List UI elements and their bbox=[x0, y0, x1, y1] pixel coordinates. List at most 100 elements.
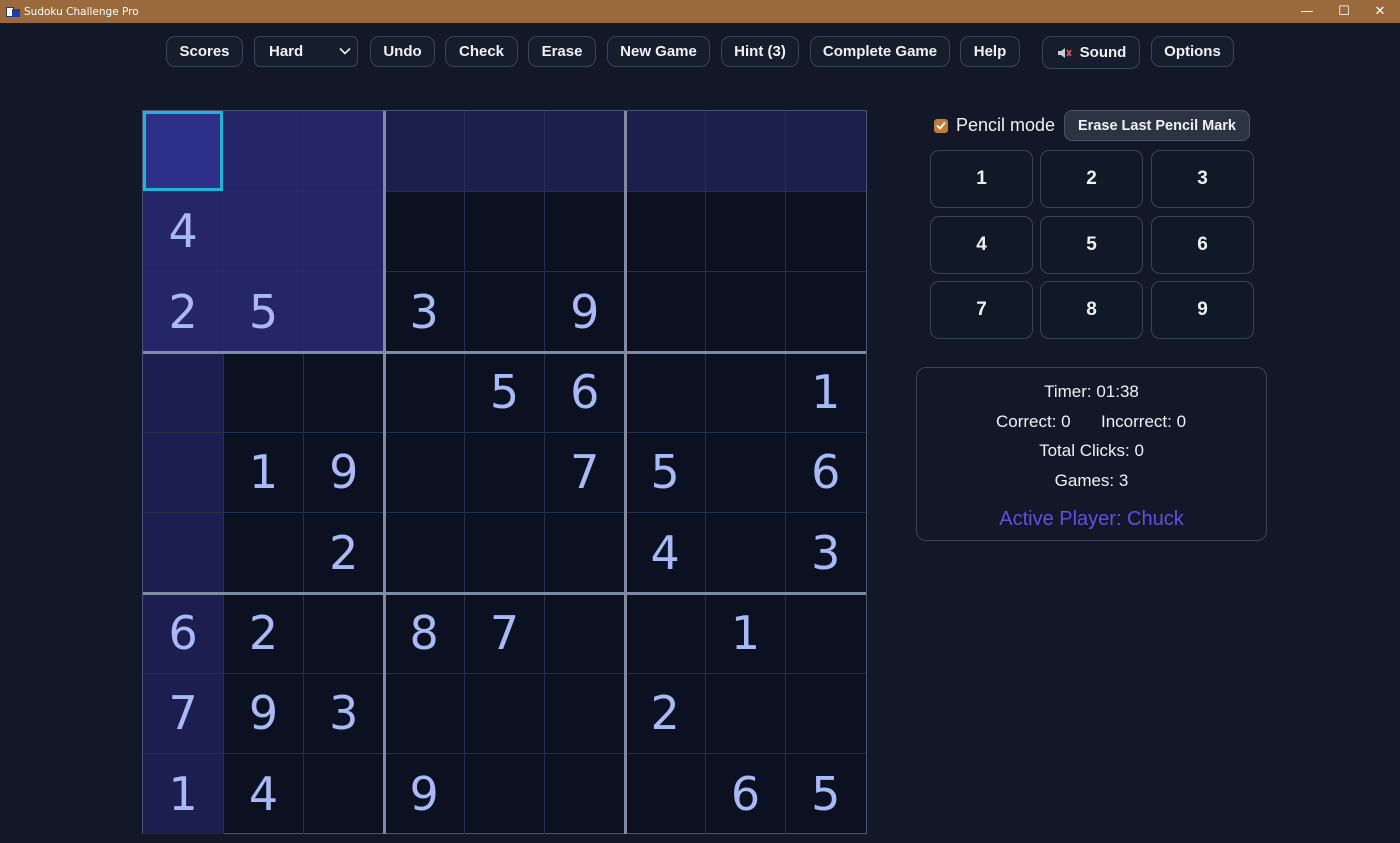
board-cell[interactable]: 2 bbox=[223, 593, 303, 673]
minimize-button[interactable]: — bbox=[1289, 0, 1325, 23]
numpad-button-5[interactable]: 5 bbox=[1040, 216, 1143, 274]
board-cell[interactable] bbox=[384, 513, 464, 593]
board-cell[interactable] bbox=[786, 272, 866, 352]
board-cell[interactable]: 6 bbox=[545, 352, 625, 432]
board-cell[interactable] bbox=[384, 673, 464, 753]
board-cell[interactable]: 2 bbox=[143, 271, 224, 352]
board-cell[interactable]: 1 bbox=[223, 432, 303, 512]
board-cell[interactable] bbox=[705, 513, 785, 593]
board-cell[interactable] bbox=[384, 191, 464, 271]
board-cell[interactable]: 4 bbox=[143, 191, 224, 272]
board-cell[interactable]: 6 bbox=[143, 593, 224, 674]
erase-button[interactable]: Erase bbox=[528, 36, 596, 67]
pencil-mode-toggle[interactable]: Pencil mode bbox=[934, 110, 1055, 141]
board-cell[interactable] bbox=[384, 432, 464, 512]
board-cell[interactable] bbox=[304, 593, 384, 673]
check-button[interactable]: Check bbox=[445, 36, 518, 67]
numpad-button-8[interactable]: 8 bbox=[1040, 281, 1143, 339]
board-cell[interactable] bbox=[304, 754, 384, 834]
board-cell[interactable] bbox=[705, 272, 785, 352]
board-cell[interactable] bbox=[545, 673, 625, 753]
board-cell[interactable]: 9 bbox=[223, 673, 303, 753]
board-cell[interactable]: 2 bbox=[304, 513, 384, 593]
board-cell[interactable]: 9 bbox=[545, 272, 625, 352]
help-button[interactable]: Help bbox=[960, 36, 1020, 67]
board-cell[interactable] bbox=[143, 432, 224, 513]
board-cell[interactable] bbox=[303, 111, 384, 192]
pencil-mode-checkbox[interactable] bbox=[934, 118, 948, 133]
board-cell[interactable]: 6 bbox=[705, 754, 785, 834]
numpad-button-4[interactable]: 4 bbox=[930, 216, 1033, 274]
board-cell[interactable] bbox=[384, 111, 465, 192]
board-cell[interactable] bbox=[223, 513, 303, 593]
board-cell[interactable]: 5 bbox=[625, 432, 705, 512]
board-cell[interactable] bbox=[304, 352, 384, 432]
board-cell[interactable] bbox=[705, 191, 785, 271]
board-cell[interactable]: 4 bbox=[625, 513, 705, 593]
board-cell[interactable]: 1 bbox=[143, 753, 224, 834]
board-cell[interactable] bbox=[545, 593, 625, 673]
board-cell[interactable] bbox=[625, 593, 705, 673]
board-cell[interactable] bbox=[705, 673, 785, 753]
board-cell[interactable]: 7 bbox=[464, 593, 544, 673]
board-cell[interactable]: 9 bbox=[304, 432, 384, 512]
board-cell[interactable]: 5 bbox=[786, 754, 866, 834]
board-cell[interactable]: 9 bbox=[384, 754, 464, 834]
close-button[interactable]: ✕ bbox=[1362, 0, 1398, 23]
complete-game-button[interactable]: Complete Game bbox=[810, 36, 950, 67]
board-cell[interactable] bbox=[625, 754, 705, 834]
board-cell[interactable] bbox=[786, 593, 866, 673]
board-cell[interactable]: 8 bbox=[384, 593, 464, 673]
options-button[interactable]: Options bbox=[1151, 36, 1234, 67]
board-cell[interactable] bbox=[786, 673, 866, 753]
difficulty-select[interactable]: Hard bbox=[254, 36, 358, 67]
board-cell[interactable] bbox=[464, 673, 544, 753]
board-cell[interactable] bbox=[545, 191, 625, 271]
scores-button[interactable]: Scores bbox=[166, 36, 243, 67]
board-cell[interactable] bbox=[786, 191, 866, 271]
numpad-button-2[interactable]: 2 bbox=[1040, 150, 1143, 208]
board-cell[interactable]: 2 bbox=[625, 673, 705, 753]
board-cell[interactable] bbox=[705, 432, 785, 512]
numpad-button-9[interactable]: 9 bbox=[1151, 281, 1254, 339]
board-cell[interactable] bbox=[625, 111, 706, 192]
board-cell[interactable]: 5 bbox=[223, 271, 304, 352]
board-cell[interactable] bbox=[223, 191, 304, 272]
board-cell[interactable] bbox=[303, 191, 384, 272]
board-cell[interactable]: 6 bbox=[786, 432, 866, 512]
board-cell[interactable]: 3 bbox=[384, 272, 464, 352]
board-cell[interactable] bbox=[464, 272, 544, 352]
board-cell[interactable] bbox=[464, 754, 544, 834]
board-cell[interactable] bbox=[705, 111, 786, 192]
board-cell[interactable]: 5 bbox=[464, 352, 544, 432]
board-cell[interactable]: 4 bbox=[223, 754, 303, 834]
board-cell[interactable]: 7 bbox=[545, 432, 625, 512]
board-cell[interactable] bbox=[223, 352, 303, 432]
board-cell[interactable] bbox=[625, 191, 705, 271]
board-cell[interactable] bbox=[544, 111, 625, 192]
board-cell[interactable] bbox=[545, 754, 625, 834]
board-cell[interactable] bbox=[625, 352, 705, 432]
board-cell[interactable] bbox=[464, 432, 544, 512]
undo-button[interactable]: Undo bbox=[370, 36, 435, 67]
board-cell[interactable]: 1 bbox=[786, 352, 866, 432]
board-cell[interactable] bbox=[785, 111, 866, 192]
erase-last-pencil-button[interactable]: Erase Last Pencil Mark bbox=[1064, 110, 1250, 141]
board-cell[interactable] bbox=[464, 191, 544, 271]
sound-button[interactable]: Sound bbox=[1042, 36, 1140, 69]
board-cell[interactable] bbox=[625, 272, 705, 352]
board-cell[interactable] bbox=[464, 513, 544, 593]
numpad-button-3[interactable]: 3 bbox=[1151, 150, 1254, 208]
board-cell[interactable] bbox=[143, 512, 224, 593]
board-cell[interactable] bbox=[464, 111, 545, 192]
board-cell[interactable] bbox=[384, 352, 464, 432]
new-game-button[interactable]: New Game bbox=[607, 36, 710, 67]
board-cell[interactable]: 1 bbox=[705, 593, 785, 673]
board-cell[interactable] bbox=[143, 352, 224, 433]
maximize-button[interactable]: ☐ bbox=[1326, 0, 1362, 23]
numpad-button-1[interactable]: 1 bbox=[930, 150, 1033, 208]
board-cell[interactable]: 7 bbox=[143, 673, 224, 754]
board-cell[interactable] bbox=[545, 513, 625, 593]
board-cell[interactable] bbox=[223, 111, 304, 192]
board-cell[interactable]: 3 bbox=[304, 673, 384, 753]
